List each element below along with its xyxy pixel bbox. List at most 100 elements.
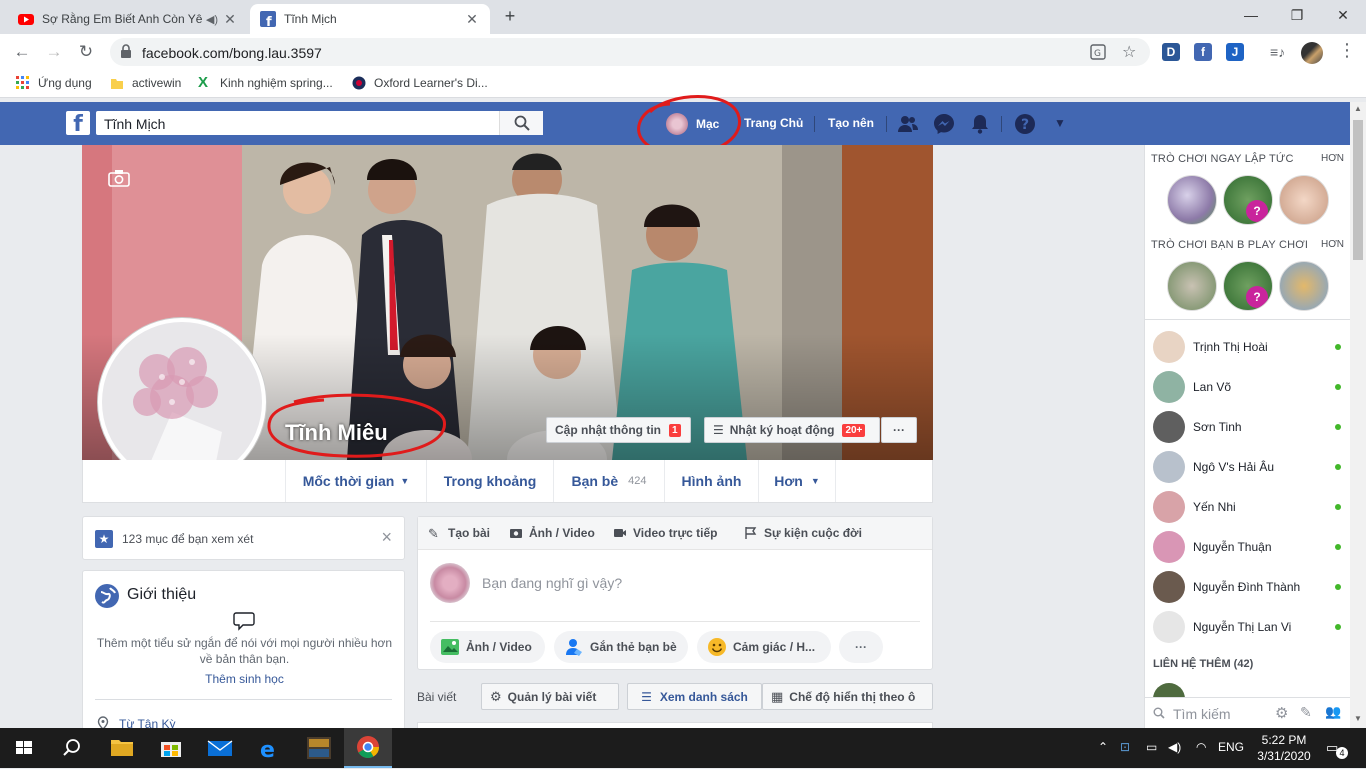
file-explorer-icon[interactable] (98, 728, 146, 768)
search-input[interactable]: Tĩnh Mịch (104, 116, 165, 132)
tab-photo-video[interactable]: Ảnh / Video (509, 526, 595, 540)
language-indicator[interactable]: ENG (1218, 740, 1244, 754)
tab-more[interactable]: Hơn ▼ (758, 460, 836, 502)
game-app-icon[interactable] (295, 728, 343, 768)
games-more-link[interactable]: HƠN (1321, 153, 1344, 164)
ime-icon[interactable]: ⊡ (1120, 740, 1130, 754)
mail-icon[interactable] (196, 728, 244, 768)
photo-video-pill[interactable]: Ảnh / Video (430, 631, 545, 663)
camera-icon[interactable] (108, 169, 130, 187)
account-menu-icon[interactable]: ▼ (1054, 116, 1066, 130)
scroll-up-arrow[interactable]: ▲ (1354, 104, 1362, 113)
volume-icon[interactable]: ◀) (1168, 740, 1181, 754)
more-pill[interactable]: ··· (839, 631, 883, 663)
close-tab-icon[interactable]: ✕ (464, 11, 480, 28)
group-icon[interactable]: 👥 (1325, 704, 1341, 720)
activity-log-button[interactable]: ☰ Nhật ký hoạt động 20+ (704, 417, 880, 443)
forward-button[interactable]: → (42, 40, 66, 64)
extension-d-icon[interactable]: D (1162, 43, 1180, 61)
game-thumbnail[interactable]: ? (1223, 175, 1273, 225)
notifications-bell-icon[interactable] (969, 113, 991, 135)
store-icon[interactable] (147, 728, 195, 768)
address-bar[interactable]: facebook.com/bong.lau.3597 G ☆ (110, 38, 1150, 66)
speaker-icon[interactable]: ◀) (206, 13, 218, 26)
tab-facebook[interactable]: f Tĩnh Mịch ✕ (250, 4, 490, 34)
media-control-icon[interactable]: ≡♪ (1270, 44, 1285, 60)
home-link[interactable]: Trang Chủ (744, 116, 803, 130)
chat-search-input[interactable]: Tìm kiếm (1173, 706, 1231, 722)
bookmark-activewin[interactable]: activewin (110, 76, 181, 90)
contact-item[interactable]: Lan Võ (1145, 367, 1350, 407)
tag-friends-pill[interactable]: Gắn thẻ bạn bè (554, 631, 688, 663)
translate-icon[interactable]: G (1090, 44, 1106, 60)
search-button[interactable] (499, 111, 543, 135)
chrome-taskbar-item[interactable] (344, 728, 392, 768)
maximize-button[interactable]: ❐ (1274, 0, 1320, 30)
edge-icon[interactable]: e (246, 728, 294, 768)
wifi-icon[interactable]: ◠ (1196, 740, 1206, 754)
tab-friends[interactable]: Bạn bè 424 (553, 460, 664, 502)
help-icon[interactable]: ? (1014, 113, 1036, 135)
extension-facebook-icon[interactable]: f (1194, 43, 1212, 61)
tab-create-post[interactable]: ✎ Tạo bài (428, 526, 490, 541)
game-thumbnail[interactable]: ? (1223, 261, 1273, 311)
close-tab-icon[interactable]: ✕ (222, 11, 238, 28)
extension-j-icon[interactable]: J (1226, 43, 1244, 61)
more-options-button[interactable]: ··· (881, 417, 917, 443)
game-thumbnail[interactable] (1167, 261, 1217, 311)
feeling-pill[interactable]: Cảm giác / H... (697, 631, 831, 663)
windows-start-icon[interactable] (0, 728, 48, 768)
profile-avatar[interactable] (1301, 42, 1323, 64)
clock[interactable]: 5:22 PM 3/31/2020 (1255, 732, 1313, 764)
tab-label: Sự kiện cuộc đời (764, 526, 862, 540)
close-icon[interactable]: × (381, 527, 392, 548)
tab-live-video[interactable]: Video trực tiếp (613, 526, 718, 540)
search-icon[interactable] (48, 728, 96, 768)
battery-icon[interactable]: ▭ (1146, 740, 1157, 754)
tab-life-event[interactable]: Sự kiện cuộc đời (744, 526, 862, 540)
bookmark-oxford[interactable]: Oxford Learner's Di... (352, 76, 488, 90)
add-bio-link[interactable]: Thêm sinh học (83, 672, 406, 686)
close-window-button[interactable]: ✕ (1320, 0, 1366, 30)
contact-item[interactable]: Yến Nhi (1145, 487, 1350, 527)
grid-view-button[interactable]: ▦ Chế độ hiển thị theo ô (762, 683, 933, 710)
update-info-button[interactable]: Cập nhật thông tin 1 (546, 417, 691, 443)
tab-youtube[interactable]: Sợ Rằng Em Biết Anh Còn Yêu ◀) ✕ (8, 4, 248, 34)
manage-posts-button[interactable]: ⚙ Quản lý bài viết (481, 683, 619, 710)
contact-item[interactable]: Sơn Tinh (1145, 407, 1350, 447)
page-scrollbar[interactable]: ▲ ▼ (1350, 102, 1366, 728)
scroll-down-arrow[interactable]: ▼ (1354, 714, 1362, 723)
contact-item[interactable]: Ngô V's Hải Âu (1145, 447, 1350, 487)
tray-chevron-icon[interactable]: ⌃ (1098, 740, 1108, 754)
tab-timeline[interactable]: Mốc thời gian ▼ (285, 460, 426, 502)
friends-games-more-link[interactable]: HƠN (1321, 239, 1344, 250)
new-tab-button[interactable]: + (500, 6, 520, 26)
contact-item[interactable]: Nguyễn Thị Lan Vi (1145, 607, 1350, 647)
browser-menu-icon[interactable]: ⋮ (1338, 40, 1356, 61)
game-thumbnail[interactable] (1167, 175, 1217, 225)
bookmark-star-icon[interactable]: ☆ (1122, 42, 1136, 62)
bookmark-kinh-nghiem[interactable]: X Kinh nghiệm spring... (198, 75, 333, 90)
reload-button[interactable]: ↻ (74, 40, 98, 64)
tab-photos[interactable]: Hình ảnh (664, 460, 758, 502)
minimize-button[interactable]: — (1228, 0, 1274, 30)
gear-icon[interactable]: ⚙ (1275, 704, 1288, 722)
contact-item[interactable]: Nguyễn Đình Thành (1145, 567, 1350, 607)
facebook-search[interactable]: Tĩnh Mịch (96, 111, 543, 135)
game-thumbnail[interactable] (1279, 261, 1329, 311)
friend-requests-icon[interactable] (897, 113, 919, 135)
bookmark-apps[interactable]: Ứng dụng (16, 76, 92, 90)
back-button[interactable]: ← (10, 40, 34, 64)
scrollbar-thumb[interactable] (1353, 120, 1363, 260)
create-link[interactable]: Tạo nên (828, 116, 874, 130)
game-thumbnail[interactable] (1279, 175, 1329, 225)
compose-icon[interactable]: ✎ (1300, 704, 1312, 721)
composer-input[interactable]: Bạn đang nghĩ gì vậy? (482, 575, 622, 591)
review-items-card[interactable]: ★ 123 mục để bạn xem xét × (82, 516, 405, 560)
facebook-logo-icon[interactable]: f (66, 111, 90, 137)
tab-about[interactable]: Trong khoảng (426, 460, 553, 502)
contact-item[interactable]: Trịnh Thị Hoài (1145, 327, 1350, 367)
list-view-button[interactable]: ☰ Xem danh sách (627, 683, 762, 710)
messenger-icon[interactable] (933, 113, 955, 135)
contact-item[interactable]: Nguyễn Thuận (1145, 527, 1350, 567)
